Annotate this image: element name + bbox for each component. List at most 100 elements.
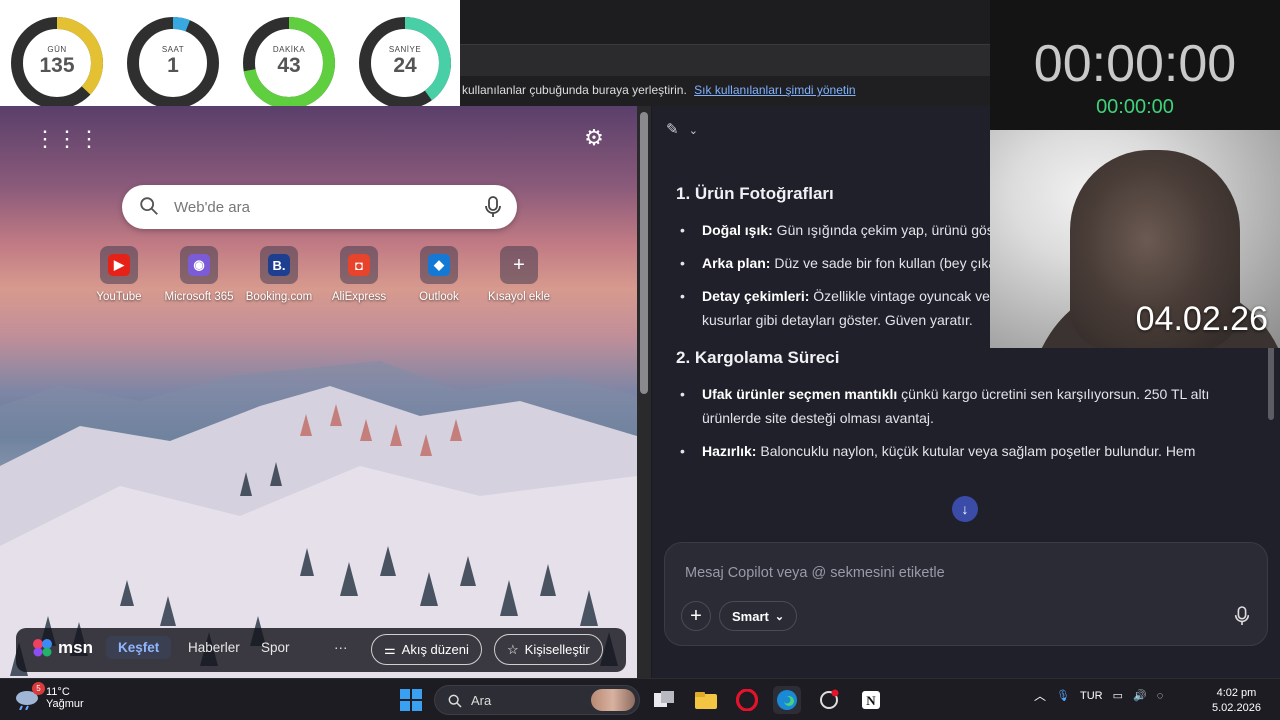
gauge-label: SANİYE (388, 45, 422, 54)
response-bullet: Hazırlık: Baloncuklu naylon, küçük kutul… (680, 439, 1246, 463)
countdown-gauge: SANİYE 24 (356, 14, 454, 112)
rain-cloud-icon: 5 (14, 682, 45, 711)
gauge-value: 135 (39, 54, 75, 77)
gauge-value: 43 (277, 54, 301, 77)
msn-logo[interactable]: msn (32, 638, 93, 658)
taskbar-search[interactable]: Ara (434, 685, 640, 715)
bullet-heading: Hazırlık: (702, 443, 757, 459)
personalize-label: Kişiselleştir (524, 642, 590, 657)
section-heading: 2. Kargolama Süreci (676, 348, 840, 367)
nav-more[interactable]: ··· (334, 640, 348, 655)
settings-gear-icon[interactable]: ⚙ (582, 126, 606, 150)
add-attachment-button[interactable]: + (681, 601, 711, 631)
quick-link-icon: B. (268, 254, 290, 276)
bullet-text: Baloncuklu naylon, küçük kutular veya sa… (756, 443, 1196, 459)
timer-sub: 00:00:00 (1096, 96, 1174, 118)
favorites-bar-text: kullanılanlar çubuğunda buraya yerleştir… (462, 83, 687, 97)
weather-temp: 11°C (46, 686, 70, 698)
display-icon[interactable]: ▭ (1113, 689, 1123, 702)
feed-layout-label: Akış düzeni (401, 642, 469, 657)
new-chat-button[interactable]: ✎ ⌄ (666, 120, 698, 138)
compose-icon: ✎ (666, 121, 679, 138)
microphone-icon[interactable] (1233, 605, 1251, 627)
bullet-text: Gün ışığında çekim yap, ürünü gösterir. (772, 222, 1022, 238)
quick-link-icon: + (513, 253, 525, 276)
microphone-icon[interactable]: 🎙 (1056, 689, 1070, 702)
response-bullet: Ufak ürünler seçmen mantıklı çünkü kargo… (680, 382, 1246, 430)
new-tab-page: ⋮⋮⋮ ⚙ ▶ YouTube ◉ Microsoft 365 B. Booking.co… (0, 106, 637, 678)
countdown-gauge: DAKİKA 43 (240, 14, 338, 112)
quick-link-label: YouTube (96, 291, 142, 303)
chevron-up-icon[interactable]: ︿ (1034, 687, 1046, 704)
chatgpt-icon[interactable] (815, 686, 843, 714)
nav-haberler[interactable]: Haberler (188, 640, 240, 655)
chevron-down-icon: ⌄ (688, 125, 698, 137)
msn-feed-bar: msn Keşfet Haberler Spor ··· ⚌ Akış düze… (16, 628, 626, 672)
chevron-down-icon: ⌄ (774, 610, 785, 623)
quick-link-tile[interactable]: ◘ AliExpress (319, 246, 399, 303)
manage-favorites-link[interactable]: Sık kullanılanları şimdi yönetin (694, 83, 855, 97)
task-view-icon[interactable] (650, 686, 678, 714)
nav-kesfet[interactable]: Keşfet (106, 636, 172, 659)
taskbar-clock[interactable]: 4:02 pm 5.02.2026 (1212, 686, 1261, 716)
msn-butterfly-icon (33, 639, 52, 657)
quick-link-icon-box: ◉ (180, 246, 218, 284)
gauge-label: DAKİKA (272, 45, 306, 54)
gauge-label: GÜN (47, 45, 67, 54)
quick-link-tile[interactable]: ▶ YouTube (79, 246, 159, 303)
bullet-heading: Ufak ürünler seçmen mantıklı (702, 386, 898, 402)
windows-start-icon[interactable] (397, 686, 425, 714)
language-indicator[interactable]: TUR (1080, 690, 1103, 702)
web-search-box[interactable] (122, 185, 517, 229)
weather-widget[interactable]: 5 11°C Yağmur (14, 682, 84, 711)
edge-icon[interactable] (773, 686, 801, 714)
message-composer[interactable]: Mesaj Copilot veya @ sekmesini etiketle … (664, 542, 1268, 646)
quick-link-tile[interactable]: ◉ Microsoft 365 (159, 246, 239, 303)
nav-spor[interactable]: Spor (261, 640, 290, 655)
timer-overlay: 00:00:00 00:00:00 (990, 0, 1280, 130)
countdown-gauge: SAAT 1 (124, 14, 222, 112)
web-search-input[interactable] (174, 195, 464, 219)
microphone-icon[interactable] (483, 195, 503, 219)
mode-selector-button[interactable]: Smart ⌄ (719, 601, 798, 631)
quick-link-icon: ◉ (188, 254, 210, 276)
quick-link-icon-box: + (500, 246, 538, 284)
msn-logo-text: msn (58, 638, 93, 657)
message-input[interactable]: Mesaj Copilot veya @ sekmesini etiketle (685, 565, 945, 581)
taskbar: 5 11°C Yağmur Ara N ︿ 🎙 TUR ▭ 🔊 ◌ 4:02 p… (0, 678, 1280, 720)
scroll-to-bottom-button[interactable]: ↓ (952, 496, 978, 522)
sliders-icon: ⚌ (384, 641, 396, 657)
quick-link-icon-box: ◆ (420, 246, 458, 284)
file-explorer-icon[interactable] (692, 686, 720, 714)
search-icon (140, 197, 158, 215)
search-highlight-image (591, 689, 635, 711)
quick-link-tile[interactable]: B. Booking.com (239, 246, 319, 303)
feed-layout-button[interactable]: ⚌ Akış düzeni (371, 634, 482, 665)
gauge-value: 1 (167, 54, 179, 77)
quick-link-label: AliExpress (331, 291, 387, 303)
personalize-button[interactable]: ☆ Kişiselleştir (494, 634, 603, 665)
countdown-gauge: GÜN 135 (8, 14, 106, 112)
copilot-scrollbar[interactable] (1268, 340, 1274, 420)
webcam-date: 04.02.26 (1135, 300, 1268, 338)
system-tray: ︿ 🎙 TUR ▭ 🔊 ◌ (1034, 687, 1163, 704)
bullet-heading: Doğal ışık: (702, 222, 773, 238)
quick-link-tile[interactable]: ◆ Outlook (399, 246, 479, 303)
opera-icon[interactable] (733, 686, 761, 714)
quick-link-tile[interactable]: + Kısayol ekle (479, 246, 559, 303)
favorites-bar-message: kullanılanlar çubuğunda buraya yerleştir… (462, 83, 856, 97)
bullet-heading: Detay çekimleri: (702, 288, 810, 304)
scrollbar-thumb[interactable] (640, 112, 648, 394)
new-tab-scrollbar[interactable] (637, 106, 651, 678)
quick-link-icon-box: ◘ (340, 246, 378, 284)
quick-link-label: Booking.com (245, 291, 313, 303)
bullet-text: Düz ve sade bir fon kullan (bey çıkarır. (770, 255, 1013, 271)
quick-link-icon-box: ▶ (100, 246, 138, 284)
notion-icon[interactable]: N (857, 686, 885, 714)
quick-link-label: Microsoft 365 (164, 291, 234, 303)
network-icon[interactable]: ◌ (1157, 690, 1164, 702)
apps-grid-icon[interactable]: ⋮⋮⋮ (34, 128, 100, 150)
volume-icon[interactable]: 🔊 (1133, 689, 1147, 702)
clock-date: 5.02.2026 (1212, 702, 1261, 714)
quick-link-icon-box: B. (260, 246, 298, 284)
